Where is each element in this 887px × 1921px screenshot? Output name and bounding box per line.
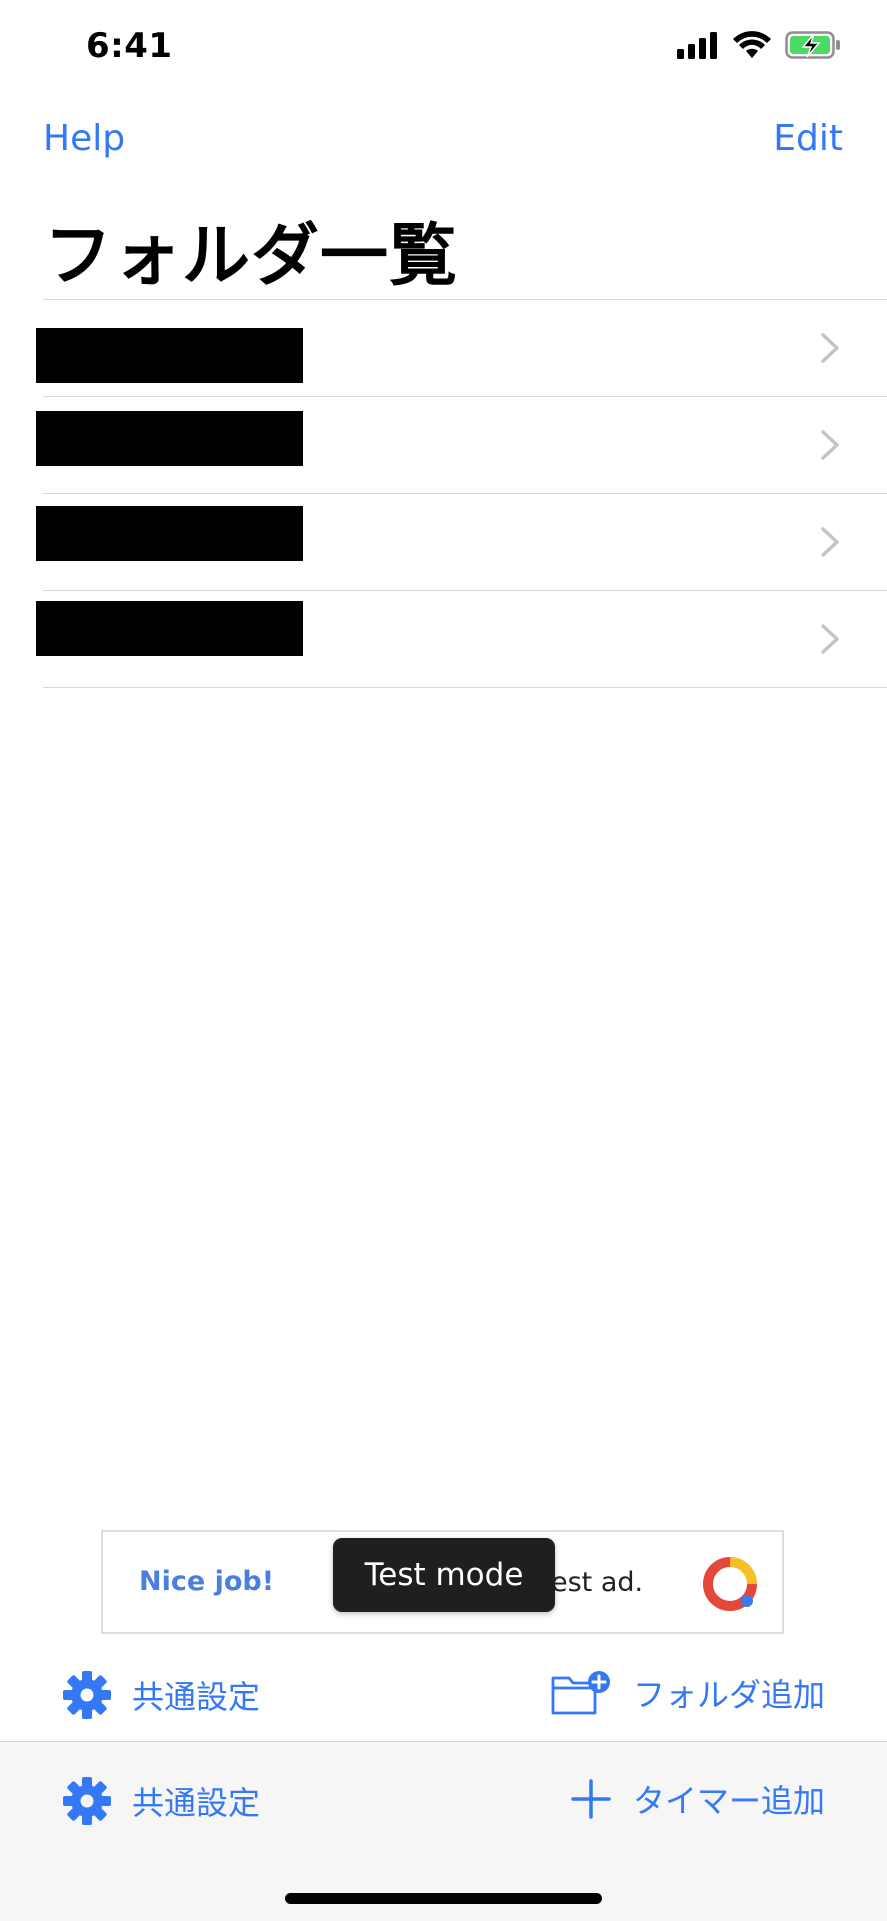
- test-mode-badge: Test mode: [333, 1538, 555, 1612]
- common-settings-button[interactable]: 共通設定: [62, 1670, 260, 1720]
- add-timer-label: タイマー追加: [632, 1782, 825, 1820]
- status-icons: [677, 30, 841, 60]
- page-title: フォルダ一覧: [44, 217, 459, 296]
- chevron-right-icon: [821, 527, 839, 557]
- cellular-signal-icon: [677, 32, 717, 59]
- status-time: 6:41: [86, 26, 173, 66]
- ad-logo-icon: [703, 1557, 757, 1611]
- chevron-right-icon: [821, 430, 839, 460]
- ad-body-text: est ad.: [551, 1567, 644, 1598]
- folder-list: [0, 299, 887, 688]
- toolbar-common-settings-label: 共通設定: [132, 1784, 261, 1822]
- edit-button[interactable]: Edit: [773, 118, 843, 159]
- add-timer-button[interactable]: タイマー追加: [569, 1776, 825, 1822]
- common-settings-label: 共通設定: [132, 1678, 261, 1716]
- help-button[interactable]: Help: [43, 118, 125, 159]
- folder-row[interactable]: [0, 591, 887, 687]
- folder-name-redacted: [36, 411, 303, 466]
- folder-row[interactable]: [0, 494, 887, 590]
- ad-headline: Nice job!: [139, 1566, 275, 1597]
- add-folder-button[interactable]: フォルダ追加: [551, 1670, 825, 1716]
- folder-row[interactable]: [0, 397, 887, 493]
- gear-icon: [63, 1671, 111, 1719]
- battery-charging-icon: [785, 31, 840, 59]
- list-separator: [43, 687, 887, 688]
- add-folder-label: フォルダ追加: [632, 1676, 825, 1714]
- folder-name-redacted: [36, 506, 303, 561]
- folder-name-redacted: [36, 328, 303, 383]
- folder-add-icon: [551, 1671, 610, 1715]
- folder-row[interactable]: [0, 300, 887, 396]
- home-indicator[interactable]: [285, 1893, 602, 1904]
- folder-name-redacted: [36, 601, 303, 656]
- plus-icon: [571, 1779, 611, 1819]
- chevron-right-icon: [821, 624, 839, 654]
- wifi-icon: [733, 31, 771, 58]
- chevron-right-icon: [821, 333, 839, 363]
- toolbar-common-settings-button[interactable]: 共通設定: [62, 1776, 260, 1826]
- gear-icon: [63, 1777, 111, 1825]
